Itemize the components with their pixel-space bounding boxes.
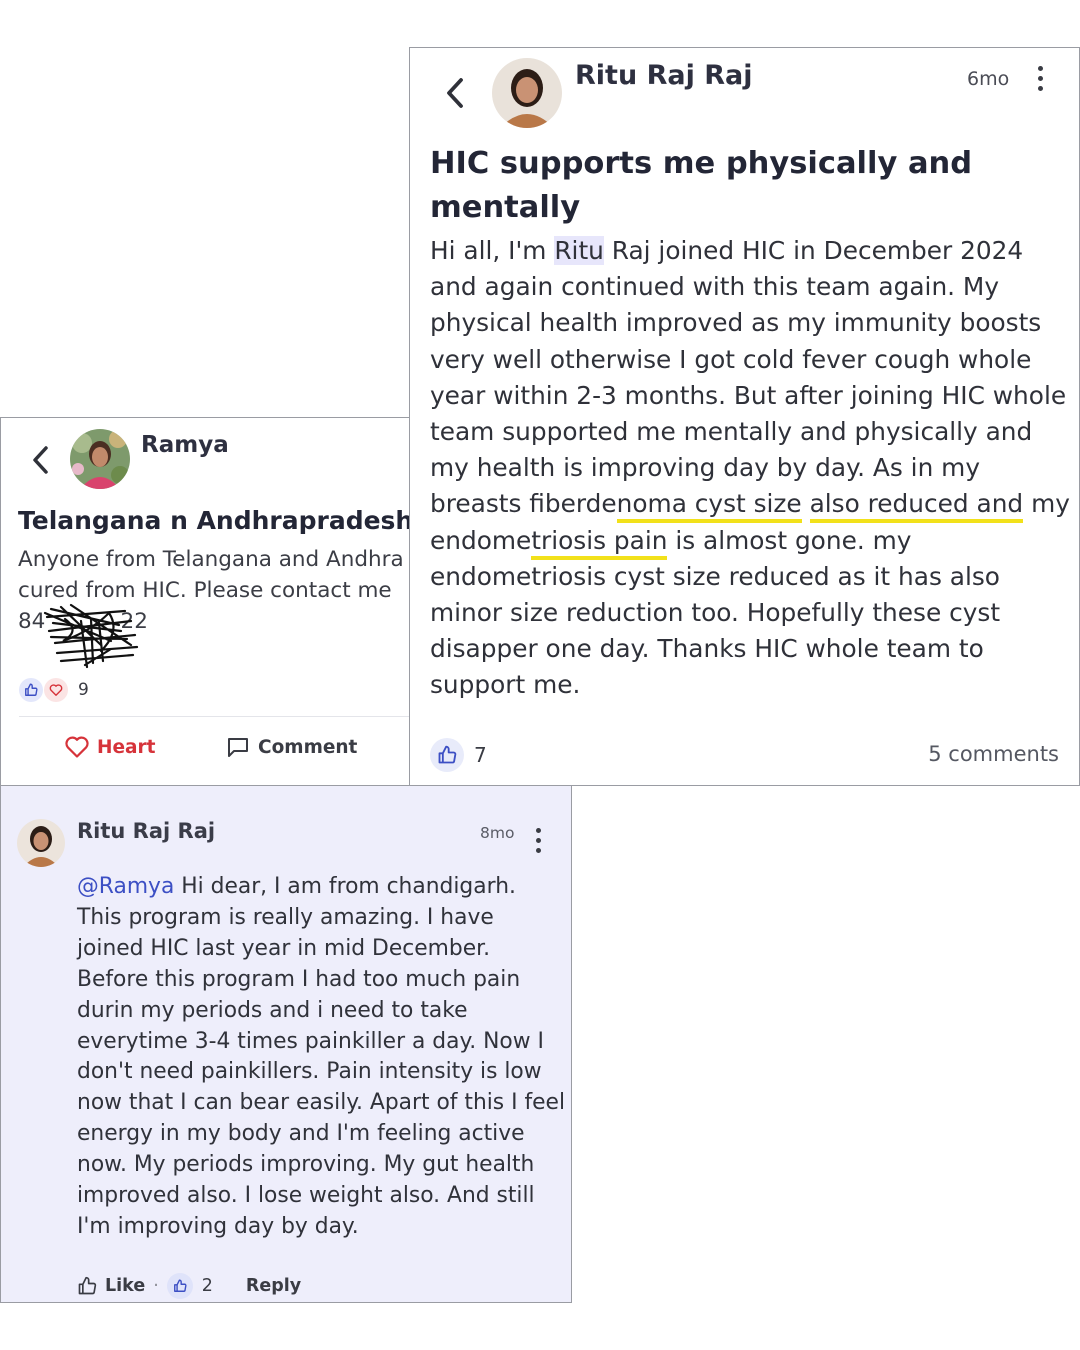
post-body: Hi all, I'm Ritu Raj joined HIC in Decem… <box>430 233 1070 704</box>
avatar[interactable] <box>17 819 65 867</box>
underlined-text: also reduced and <box>809 489 1024 524</box>
thumbs-up-icon <box>78 1276 97 1295</box>
author-name[interactable]: Ritu Raj Raj <box>77 819 215 843</box>
heart-icon <box>44 678 68 702</box>
chevron-left-icon[interactable] <box>27 442 53 478</box>
heart-icon <box>65 736 89 758</box>
post-text: Raj joined HIC in December 2024 and agai… <box>430 236 1067 519</box>
highlighted-word: Ritu <box>554 236 604 265</box>
reaction-count: 9 <box>78 680 89 700</box>
post-text: Hi all, I'm <box>430 236 555 265</box>
thumbs-up-icon <box>19 678 43 702</box>
comment-actions: Like · 2 Reply <box>77 1273 301 1299</box>
separator: · <box>153 1276 159 1296</box>
like-summary[interactable]: 7 <box>430 738 487 772</box>
heart-label: Heart <box>97 736 156 758</box>
underlined-text: triosis pain <box>531 525 668 560</box>
ramya-post-card: Ramya Telangana n Andhrapradesh Anyone f… <box>0 417 411 797</box>
post-title: Telangana n Andhrapradesh <box>18 506 411 535</box>
comment-button[interactable]: Comment <box>226 736 357 758</box>
author-name[interactable]: Ramya <box>141 432 229 458</box>
chevron-left-icon[interactable] <box>442 74 468 112</box>
like-label: Like <box>105 1276 146 1296</box>
like-count: 7 <box>474 743 487 767</box>
reply-button[interactable]: Reply <box>246 1276 301 1296</box>
ritu-post-card: Ritu Raj Raj 6mo HIC supports me physica… <box>409 47 1080 786</box>
author-name[interactable]: Ritu Raj Raj <box>575 60 753 91</box>
comments-count-link[interactable]: 5 comments <box>928 742 1059 766</box>
mention-link[interactable]: @Ramya <box>77 874 174 899</box>
comment-icon <box>228 738 248 757</box>
thumbs-up-icon <box>166 1273 193 1299</box>
reaction-summary[interactable]: 9 <box>19 678 89 702</box>
more-vertical-icon[interactable] <box>1035 66 1045 91</box>
redaction-scribble <box>43 603 139 669</box>
underlined-text: noma cyst size <box>616 489 802 524</box>
like-button[interactable]: Like <box>77 1276 145 1296</box>
avatar[interactable] <box>492 58 562 128</box>
post-body-line: Anyone from Telangana and Andhra <box>18 547 404 572</box>
comment-text: Hi dear, I am from chandigarh. This prog… <box>77 874 566 1239</box>
thumbs-up-icon <box>430 738 464 772</box>
comment-card: Ritu Raj Raj 8mo @Ramya Hi dear, I am fr… <box>0 785 572 1303</box>
more-vertical-icon[interactable] <box>533 828 543 853</box>
comment-label: Comment <box>258 736 358 758</box>
timestamp: 6mo <box>967 68 1010 90</box>
timestamp: 8mo <box>480 824 515 842</box>
comment-body: @Ramya Hi dear, I am from chandigarh. Th… <box>77 872 565 1243</box>
like-count: 2 <box>201 1276 213 1296</box>
divider <box>19 716 410 717</box>
heart-button[interactable]: Heart <box>65 736 155 758</box>
post-title: HIC supports me physically and mentally <box>430 146 973 225</box>
avatar[interactable] <box>70 429 130 489</box>
